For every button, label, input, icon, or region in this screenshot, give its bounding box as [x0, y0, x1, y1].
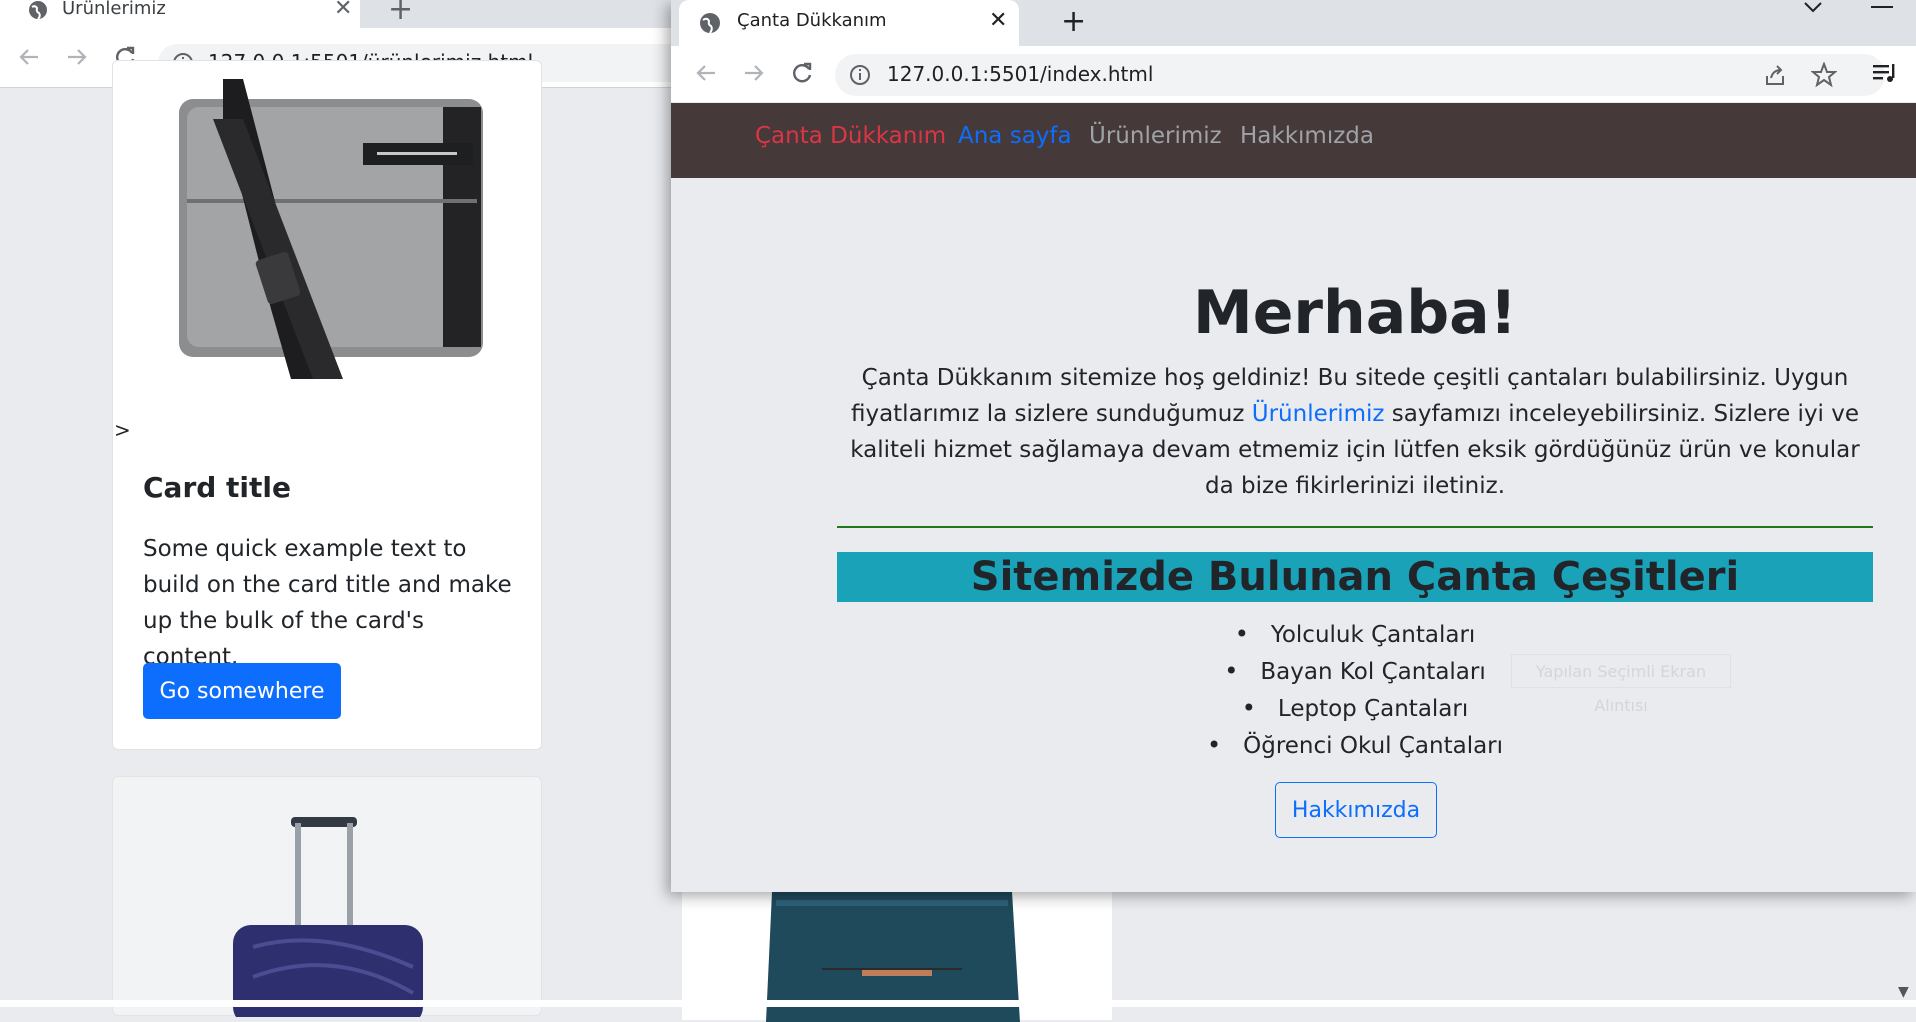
hero-title: Merhaba!	[1193, 278, 1517, 348]
minimize-icon[interactable]	[1871, 6, 1893, 8]
back-arrow-icon[interactable]	[691, 58, 721, 88]
bag-types-list: Yolculuk Çantaları Bayan Kol Çantaları L…	[837, 616, 1873, 764]
front-tab-canta-dukkanim[interactable]: Çanta Dükkanım ✕	[679, 0, 1019, 46]
nav-link-products[interactable]: Ürünlerimiz	[1089, 123, 1222, 149]
list-item: Leptop Çantaları	[837, 690, 1873, 727]
laptop-bag-image	[179, 79, 483, 379]
about-button[interactable]: Hakkımızda	[1275, 782, 1437, 838]
section-title: Sitemizde Bulunan Çanta Çeşitleri	[837, 552, 1873, 602]
tab-title: Ürünlerimiz	[62, 0, 166, 19]
close-icon[interactable]: ✕	[334, 0, 352, 21]
back-arrow-icon[interactable]	[14, 42, 44, 72]
bookmark-star-icon[interactable]	[1811, 62, 1837, 88]
new-tab-icon[interactable]: +	[388, 0, 413, 27]
suitcase-image	[233, 817, 423, 1017]
close-icon[interactable]: ✕	[989, 8, 1007, 33]
product-card	[682, 880, 1112, 1022]
tab-title: Çanta Dükkanım	[737, 10, 887, 31]
stray-text: >	[114, 418, 131, 442]
front-address-bar[interactable]: 127.0.0.1:5501/index.html	[835, 54, 1885, 96]
reading-list-icon[interactable]	[1871, 60, 1897, 86]
site-navbar: Çanta Dükkanım Ana sayfa Ürünlerimiz Hak…	[671, 103, 1916, 178]
list-item: Öğrenci Okul Çantaları	[837, 727, 1873, 764]
hero-text: Çanta Dükkanım sitemize hoş geldiniz! Bu…	[837, 360, 1873, 504]
card-text: Some quick example text to build on the …	[143, 536, 512, 670]
products-link[interactable]: Ürünlerimiz	[1252, 401, 1385, 427]
faint-overlay-text: Yapılan Seçimli Ekran Alıntısı	[1511, 654, 1731, 715]
globe-icon	[29, 1, 47, 20]
divider	[837, 526, 1873, 528]
list-item: Yolculuk Çantaları	[837, 616, 1873, 653]
share-icon[interactable]	[1763, 64, 1787, 88]
chevron-down-icon[interactable]	[1801, 0, 1825, 16]
navbar-brand[interactable]: Çanta Dükkanım	[755, 123, 946, 149]
card-title: Card title	[143, 471, 291, 504]
forward-arrow-icon[interactable]	[739, 58, 769, 88]
globe-icon	[700, 13, 720, 34]
new-tab-icon[interactable]: +	[1061, 4, 1086, 39]
product-card: Card title Some quick example text to bu…	[112, 60, 542, 750]
nav-link-home[interactable]: Ana sayfa	[958, 123, 1072, 149]
horizontal-scrollbar[interactable]	[0, 1000, 1916, 1007]
product-card	[112, 776, 542, 1017]
reload-icon[interactable]	[787, 58, 817, 88]
forward-arrow-icon[interactable]	[62, 42, 92, 72]
url-text: 127.0.0.1:5501/index.html	[887, 62, 1154, 86]
info-icon[interactable]	[849, 64, 871, 86]
scroll-down-arrow-icon[interactable]: ▼	[1898, 984, 1909, 1000]
nav-link-about[interactable]: Hakkımızda	[1240, 123, 1374, 149]
front-browser-window: Çanta Dükkanım ✕ + 127.0.0.1:5501/index.…	[671, 0, 1916, 892]
go-somewhere-button[interactable]: Go somewhere	[143, 663, 341, 719]
back-tab-urunlerimiz[interactable]: Ürünlerimiz ✕	[0, 0, 360, 28]
